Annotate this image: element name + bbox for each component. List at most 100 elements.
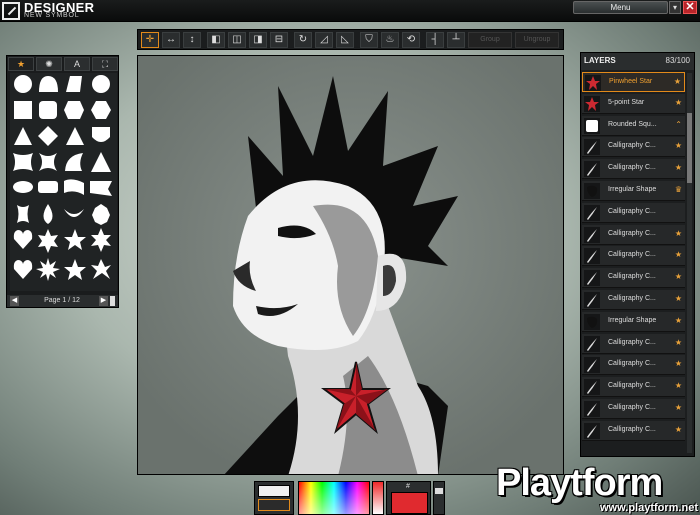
shape-grid <box>10 73 117 291</box>
layers-scrollbar[interactable] <box>687 73 692 453</box>
artwork <box>138 56 563 474</box>
heart-shape-icon-2 <box>13 260 33 279</box>
concave-square-shape-icon <box>39 153 57 171</box>
layer-item[interactable]: Calligraphy C... <box>582 202 685 223</box>
favorite-icon[interactable]: ★ <box>675 359 682 368</box>
group-button[interactable]: Group <box>468 32 512 48</box>
layer-item[interactable]: Irregular Shape ★ <box>582 311 685 332</box>
favorite-icon[interactable]: ♛ <box>675 185 682 194</box>
rotate-tool-icon[interactable]: ↻ <box>294 32 312 48</box>
layer-name: Irregular Shape <box>608 316 657 324</box>
layer-item[interactable]: Irregular Shape ♛ <box>582 181 685 201</box>
seal-shape-icon <box>36 258 60 281</box>
stroke-swatch[interactable] <box>258 499 290 511</box>
favorite-icon[interactable]: ★ <box>675 272 682 281</box>
layers-scroll-thumb[interactable] <box>687 113 692 183</box>
star-icon <box>585 75 601 91</box>
favorite-icon[interactable]: ⌃ <box>675 120 682 129</box>
split-horizontal-tool-icon[interactable]: ┴ <box>447 32 465 48</box>
layer-item[interactable]: Calligraphy C... ★ <box>582 420 685 441</box>
layer-item[interactable]: Calligraphy C... ★ <box>582 377 685 398</box>
layer-name: Calligraphy C... <box>608 338 656 346</box>
move-tool-icon[interactable]: ✛ <box>141 32 159 48</box>
opacity-slider[interactable] <box>433 481 445 515</box>
square-icon <box>584 117 600 134</box>
tab-badges[interactable]: ✺ <box>36 57 62 71</box>
split-vertical-tool-icon[interactable]: ┤ <box>426 32 444 48</box>
favorite-icon[interactable]: ★ <box>675 250 682 259</box>
layer-name: Calligraphy C... <box>608 404 656 411</box>
ungroup-button[interactable]: Ungroup <box>515 32 559 48</box>
color-spectrum[interactable] <box>298 481 370 515</box>
skew-tool-icon[interactable]: ◿ <box>315 32 333 48</box>
align-left-tool-icon[interactable]: ◧ <box>207 32 225 48</box>
favorite-icon[interactable]: ★ <box>675 403 682 412</box>
fill-swatch[interactable] <box>258 485 290 497</box>
favorite-icon[interactable]: ★ <box>675 425 682 434</box>
align-center-tool-icon[interactable]: ◫ <box>228 32 246 48</box>
layer-item[interactable]: Calligraphy C... ★ <box>582 333 685 354</box>
layer-item[interactable]: Calligraphy C... ★ <box>582 159 685 180</box>
brush-stroke-icon <box>584 226 600 243</box>
blob-icon <box>584 313 600 330</box>
layer-item[interactable]: Pinwheel Star ★ <box>582 72 685 92</box>
layers-header: LAYERS 83/100 <box>581 53 694 70</box>
prev-page-button[interactable]: ◀ <box>10 296 19 306</box>
menu-dropdown-icon[interactable]: ▾ <box>669 1 681 14</box>
layer-item[interactable]: 5-point Star ★ <box>582 93 685 114</box>
favorite-icon[interactable]: ★ <box>674 77 681 86</box>
favorite-icon[interactable]: ★ <box>675 316 682 325</box>
layers-count: 83/100 <box>665 56 690 65</box>
star-icon <box>584 95 600 112</box>
layer-item[interactable]: Calligraphy C... ★ <box>582 246 685 267</box>
favorite-icon[interactable]: ★ <box>675 229 682 238</box>
favorite-icon[interactable]: ★ <box>675 338 682 347</box>
opacity-slider-knob[interactable] <box>435 488 443 494</box>
color-tool-icon[interactable]: ♨ <box>381 32 399 48</box>
tab-favorites[interactable]: ★ <box>8 57 34 71</box>
layer-item[interactable]: Calligraphy C... ★ <box>582 268 685 289</box>
distort-tool-icon[interactable]: ◺ <box>336 32 354 48</box>
six-point-star-shape-icon <box>91 228 111 252</box>
favorite-icon[interactable]: ★ <box>675 163 682 172</box>
close-button[interactable]: ✕ <box>683 1 697 14</box>
hexagon-shape-icon <box>64 101 84 119</box>
color-brightness-slider[interactable] <box>372 481 384 515</box>
brush-stroke-icon <box>584 139 600 156</box>
watermark-url: www.playtform.net <box>600 502 698 514</box>
brush-stroke-icon <box>584 270 600 287</box>
menu-button[interactable]: Menu <box>573 1 668 14</box>
last-page-button[interactable] <box>110 296 115 306</box>
current-color-swatch[interactable] <box>391 492 428 514</box>
favorite-icon[interactable]: ★ <box>675 98 682 107</box>
next-page-button[interactable]: ▶ <box>99 296 108 306</box>
title-bar: DESIGNER NEW SYMBOL Menu ▾ ✕ <box>0 0 700 22</box>
transform-tool-icon[interactable]: ⟲ <box>402 32 420 48</box>
shape-library[interactable] <box>10 73 117 291</box>
fill-stroke-swatches <box>254 481 294 515</box>
vertical-resize-tool-icon[interactable]: ↕ <box>183 32 201 48</box>
tab-images[interactable]: ⛶ <box>92 57 118 71</box>
horizontal-resize-tool-icon[interactable]: ↔ <box>162 32 180 48</box>
align-right-tool-icon[interactable]: ◨ <box>249 32 267 48</box>
favorite-icon[interactable]: ★ <box>675 294 682 303</box>
tab-text[interactable]: A <box>64 57 90 71</box>
banner-shape-icon <box>90 181 112 196</box>
layer-item[interactable]: Calligraphy C... ★ <box>582 355 685 376</box>
rounded-rect-shape-icon <box>38 181 58 193</box>
layer-item[interactable]: Calligraphy C... ★ <box>582 224 685 245</box>
fill-tool-icon[interactable]: ⛉ <box>360 32 378 48</box>
layers-title: LAYERS <box>584 56 616 65</box>
favorite-icon[interactable]: ★ <box>675 141 682 150</box>
hex-label: # <box>406 483 410 490</box>
align-bottom-tool-icon[interactable]: ⊟ <box>270 32 288 48</box>
column-shape-icon <box>17 205 29 223</box>
layer-item[interactable]: Rounded Squ... ⌃ <box>582 115 685 136</box>
layer-item[interactable]: Calligraphy C... ★ <box>582 399 685 419</box>
artwork-canvas[interactable] <box>137 55 564 475</box>
octagon-shape-icon <box>91 101 111 119</box>
layer-name: Calligraphy C... <box>608 229 656 237</box>
layer-item[interactable]: Calligraphy C... ★ <box>582 290 685 310</box>
layer-item[interactable]: Calligraphy C... ★ <box>582 137 685 158</box>
favorite-icon[interactable]: ★ <box>675 381 682 390</box>
